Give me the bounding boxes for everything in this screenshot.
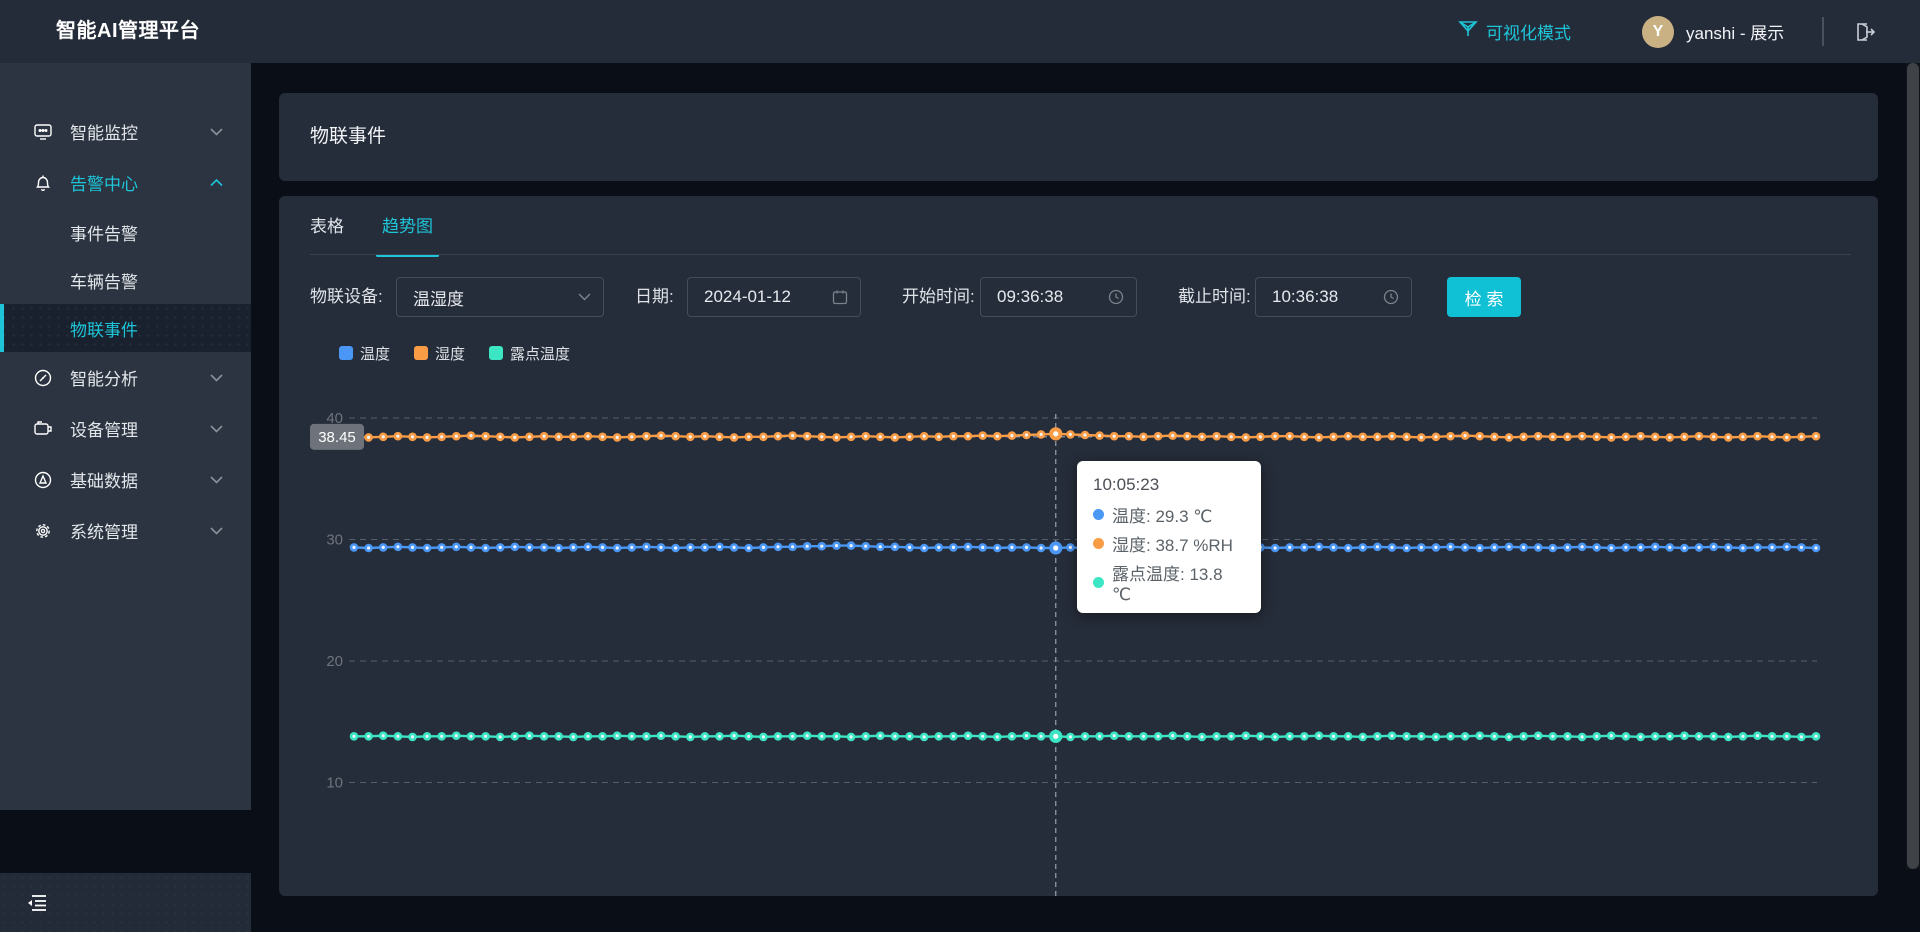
tooltip-row-temperature: 温度: 29.3 ℃ bbox=[1093, 502, 1245, 527]
logout-icon bbox=[1857, 23, 1876, 41]
legend-item-humidity[interactable]: 湿度 bbox=[414, 343, 465, 364]
device-select-value: 温湿度 bbox=[413, 289, 464, 309]
analysis-icon bbox=[32, 367, 54, 389]
svg-text:10: 10 bbox=[326, 775, 343, 792]
svg-text:38.45: 38.45 bbox=[318, 429, 356, 446]
sidebar-item-label: 车辆告警 bbox=[70, 272, 138, 292]
end-time-label: 截止时间: bbox=[1178, 287, 1251, 306]
tab-bar: 表格 趋势图 bbox=[310, 212, 439, 257]
scrollbar-thumb[interactable] bbox=[1907, 63, 1919, 869]
device-icon bbox=[32, 418, 54, 440]
user-menu[interactable]: Y yanshi - 展示 bbox=[1642, 0, 1784, 63]
tooltip-time: 10:05:23 bbox=[1093, 475, 1160, 494]
chevron-up-icon bbox=[209, 176, 223, 190]
sidebar-item-label: 事件告警 bbox=[70, 224, 138, 244]
topbar-divider bbox=[1822, 17, 1824, 46]
sidebar-item-vehicle-alerts[interactable]: 车辆告警 bbox=[0, 256, 251, 304]
tooltip-row-text: 露点温度: 13.8 ℃ bbox=[1112, 565, 1223, 604]
calendar-icon bbox=[832, 289, 848, 305]
chevron-down-icon bbox=[209, 371, 223, 385]
sidebar-item-basic-data[interactable]: 基础数据 bbox=[0, 454, 251, 505]
legend-item-dew-point[interactable]: 露点温度 bbox=[489, 343, 570, 364]
chart-tooltip: 10:05:23 温度: 29.3 ℃ 湿度: 38.7 %RH 露点温度: 1… bbox=[1077, 461, 1261, 613]
page-scrollbar[interactable] bbox=[1906, 63, 1920, 869]
sidebar-item-label: 智能监控 bbox=[70, 124, 138, 143]
monitor-icon bbox=[32, 121, 54, 143]
date-filter-label: 日期: bbox=[635, 287, 674, 306]
chevron-down-icon bbox=[209, 422, 223, 436]
avatar: Y bbox=[1642, 15, 1674, 48]
data-icon bbox=[32, 469, 54, 491]
sidebar-item-label: 基础数据 bbox=[70, 472, 138, 491]
svg-text:30: 30 bbox=[326, 532, 343, 549]
start-time-label: 开始时间: bbox=[902, 287, 975, 306]
tooltip-row-text: 湿度: 38.7 %RH bbox=[1112, 536, 1233, 555]
sidebar-item-smart-analysis[interactable]: 智能分析 bbox=[0, 352, 251, 403]
sidebar-item-label: 设备管理 bbox=[70, 421, 138, 440]
legend-label: 湿度 bbox=[435, 345, 466, 363]
bell-icon bbox=[32, 172, 54, 194]
sidebar-item-smart-monitoring[interactable]: 智能监控 bbox=[0, 106, 251, 157]
start-time-input[interactable]: 09:36:38 bbox=[980, 277, 1137, 317]
tab-table[interactable]: 表格 bbox=[310, 212, 344, 257]
sidebar-item-alert-center[interactable]: 告警中心 bbox=[0, 157, 251, 208]
chevron-down-icon bbox=[209, 524, 223, 538]
search-button[interactable]: 检 索 bbox=[1447, 277, 1521, 317]
legend-item-temperature[interactable]: 温度 bbox=[339, 343, 390, 364]
legend-label: 露点温度 bbox=[510, 345, 571, 363]
clock-icon bbox=[1383, 289, 1399, 305]
chevron-down-icon bbox=[209, 125, 223, 139]
chevron-down-icon bbox=[209, 473, 223, 487]
sidebar: 智能监控 告警中心 事件告警 车辆告警 物联事件 智能分析 设备管理 基础数据 … bbox=[0, 63, 251, 932]
tooltip-row-text: 温度: 29.3 ℃ bbox=[1112, 507, 1213, 526]
filter-bar: 物联设备: 温湿度 日期: 2024-01-12 开始时间: 09:36:38 bbox=[279, 277, 1878, 317]
sidebar-item-system-management[interactable]: 系统管理 bbox=[0, 505, 251, 556]
series-dot-humidity bbox=[1093, 538, 1104, 549]
legend-swatch-dew-point bbox=[489, 346, 504, 360]
sidebar-item-label: 物联事件 bbox=[70, 320, 138, 340]
sidebar-item-label: 智能分析 bbox=[70, 370, 138, 389]
tooltip-row-dew-point: 露点温度: 13.8 ℃ bbox=[1093, 560, 1245, 605]
date-input[interactable]: 2024-01-12 bbox=[687, 277, 861, 317]
content-card: 表格 趋势图 物联设备: 温湿度 日期: 2024-01-12 开始时间: 09… bbox=[279, 196, 1878, 896]
sidebar-item-device-management[interactable]: 设备管理 bbox=[0, 403, 251, 454]
device-filter-label: 物联设备: bbox=[310, 287, 383, 306]
device-select[interactable]: 温湿度 bbox=[396, 277, 604, 317]
svg-text:20: 20 bbox=[326, 653, 343, 670]
chart-legend: 温度 湿度 露点温度 bbox=[339, 342, 570, 364]
end-time-value: 10:36:38 bbox=[1272, 287, 1339, 306]
tab-trend-chart[interactable]: 趋势图 bbox=[376, 212, 439, 257]
sidebar-item-label: 告警中心 bbox=[70, 175, 138, 194]
sidebar-item-label: 系统管理 bbox=[70, 523, 138, 542]
select-chevron-icon bbox=[578, 293, 591, 301]
sidebar-item-event-alerts[interactable]: 事件告警 bbox=[0, 208, 251, 256]
visualization-mode-label: 可视化模式 bbox=[1486, 24, 1571, 43]
date-input-value: 2024-01-12 bbox=[704, 287, 791, 306]
funnel-icon bbox=[1458, 19, 1478, 44]
legend-swatch-humidity bbox=[414, 346, 429, 360]
app-title: 智能AI管理平台 bbox=[56, 20, 200, 42]
page-header-card: 物联事件 bbox=[279, 93, 1878, 181]
end-time-input[interactable]: 10:36:38 bbox=[1255, 277, 1412, 317]
collapse-sidebar-icon bbox=[28, 894, 46, 911]
sidebar-item-iot-events[interactable]: 物联事件 bbox=[0, 304, 251, 352]
legend-swatch-temperature bbox=[339, 346, 353, 360]
gear-icon bbox=[32, 520, 54, 542]
logout-button[interactable] bbox=[1850, 17, 1880, 47]
top-bar: 智能AI管理平台 可视化模式 Y yanshi - 展示 bbox=[0, 0, 1920, 63]
collapse-sidebar-button[interactable] bbox=[24, 890, 50, 916]
username-label: yanshi - 展示 bbox=[1686, 24, 1785, 43]
sidebar-footer bbox=[0, 873, 251, 932]
series-dot-temperature bbox=[1093, 509, 1104, 520]
series-dot-dew-point bbox=[1093, 577, 1104, 588]
tab-divider bbox=[310, 254, 1851, 255]
page-title: 物联事件 bbox=[310, 126, 387, 147]
start-time-value: 09:36:38 bbox=[997, 287, 1064, 306]
visualization-mode-button[interactable]: 可视化模式 bbox=[1458, 0, 1571, 63]
legend-label: 温度 bbox=[360, 345, 391, 363]
trend-chart-area[interactable]: 40 30 20 10 38.45 10:05:23 温度: 29.3 ℃ 湿度: 38… bbox=[279, 400, 1878, 896]
tooltip-row-humidity: 湿度: 38.7 %RH bbox=[1093, 531, 1245, 556]
clock-icon bbox=[1108, 289, 1124, 305]
